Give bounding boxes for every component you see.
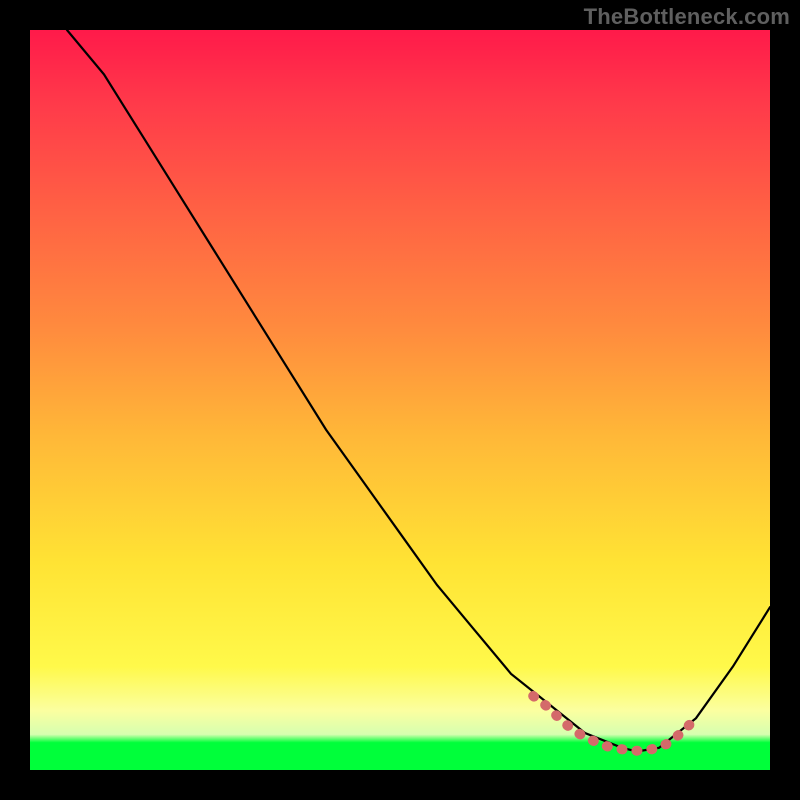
curve-svg: [30, 30, 770, 770]
watermark-text: TheBottleneck.com: [584, 4, 790, 30]
main-curve: [67, 30, 770, 752]
plot-area: [30, 30, 770, 770]
bottleneck-marker: [533, 696, 696, 751]
chart-container: TheBottleneck.com: [0, 0, 800, 800]
